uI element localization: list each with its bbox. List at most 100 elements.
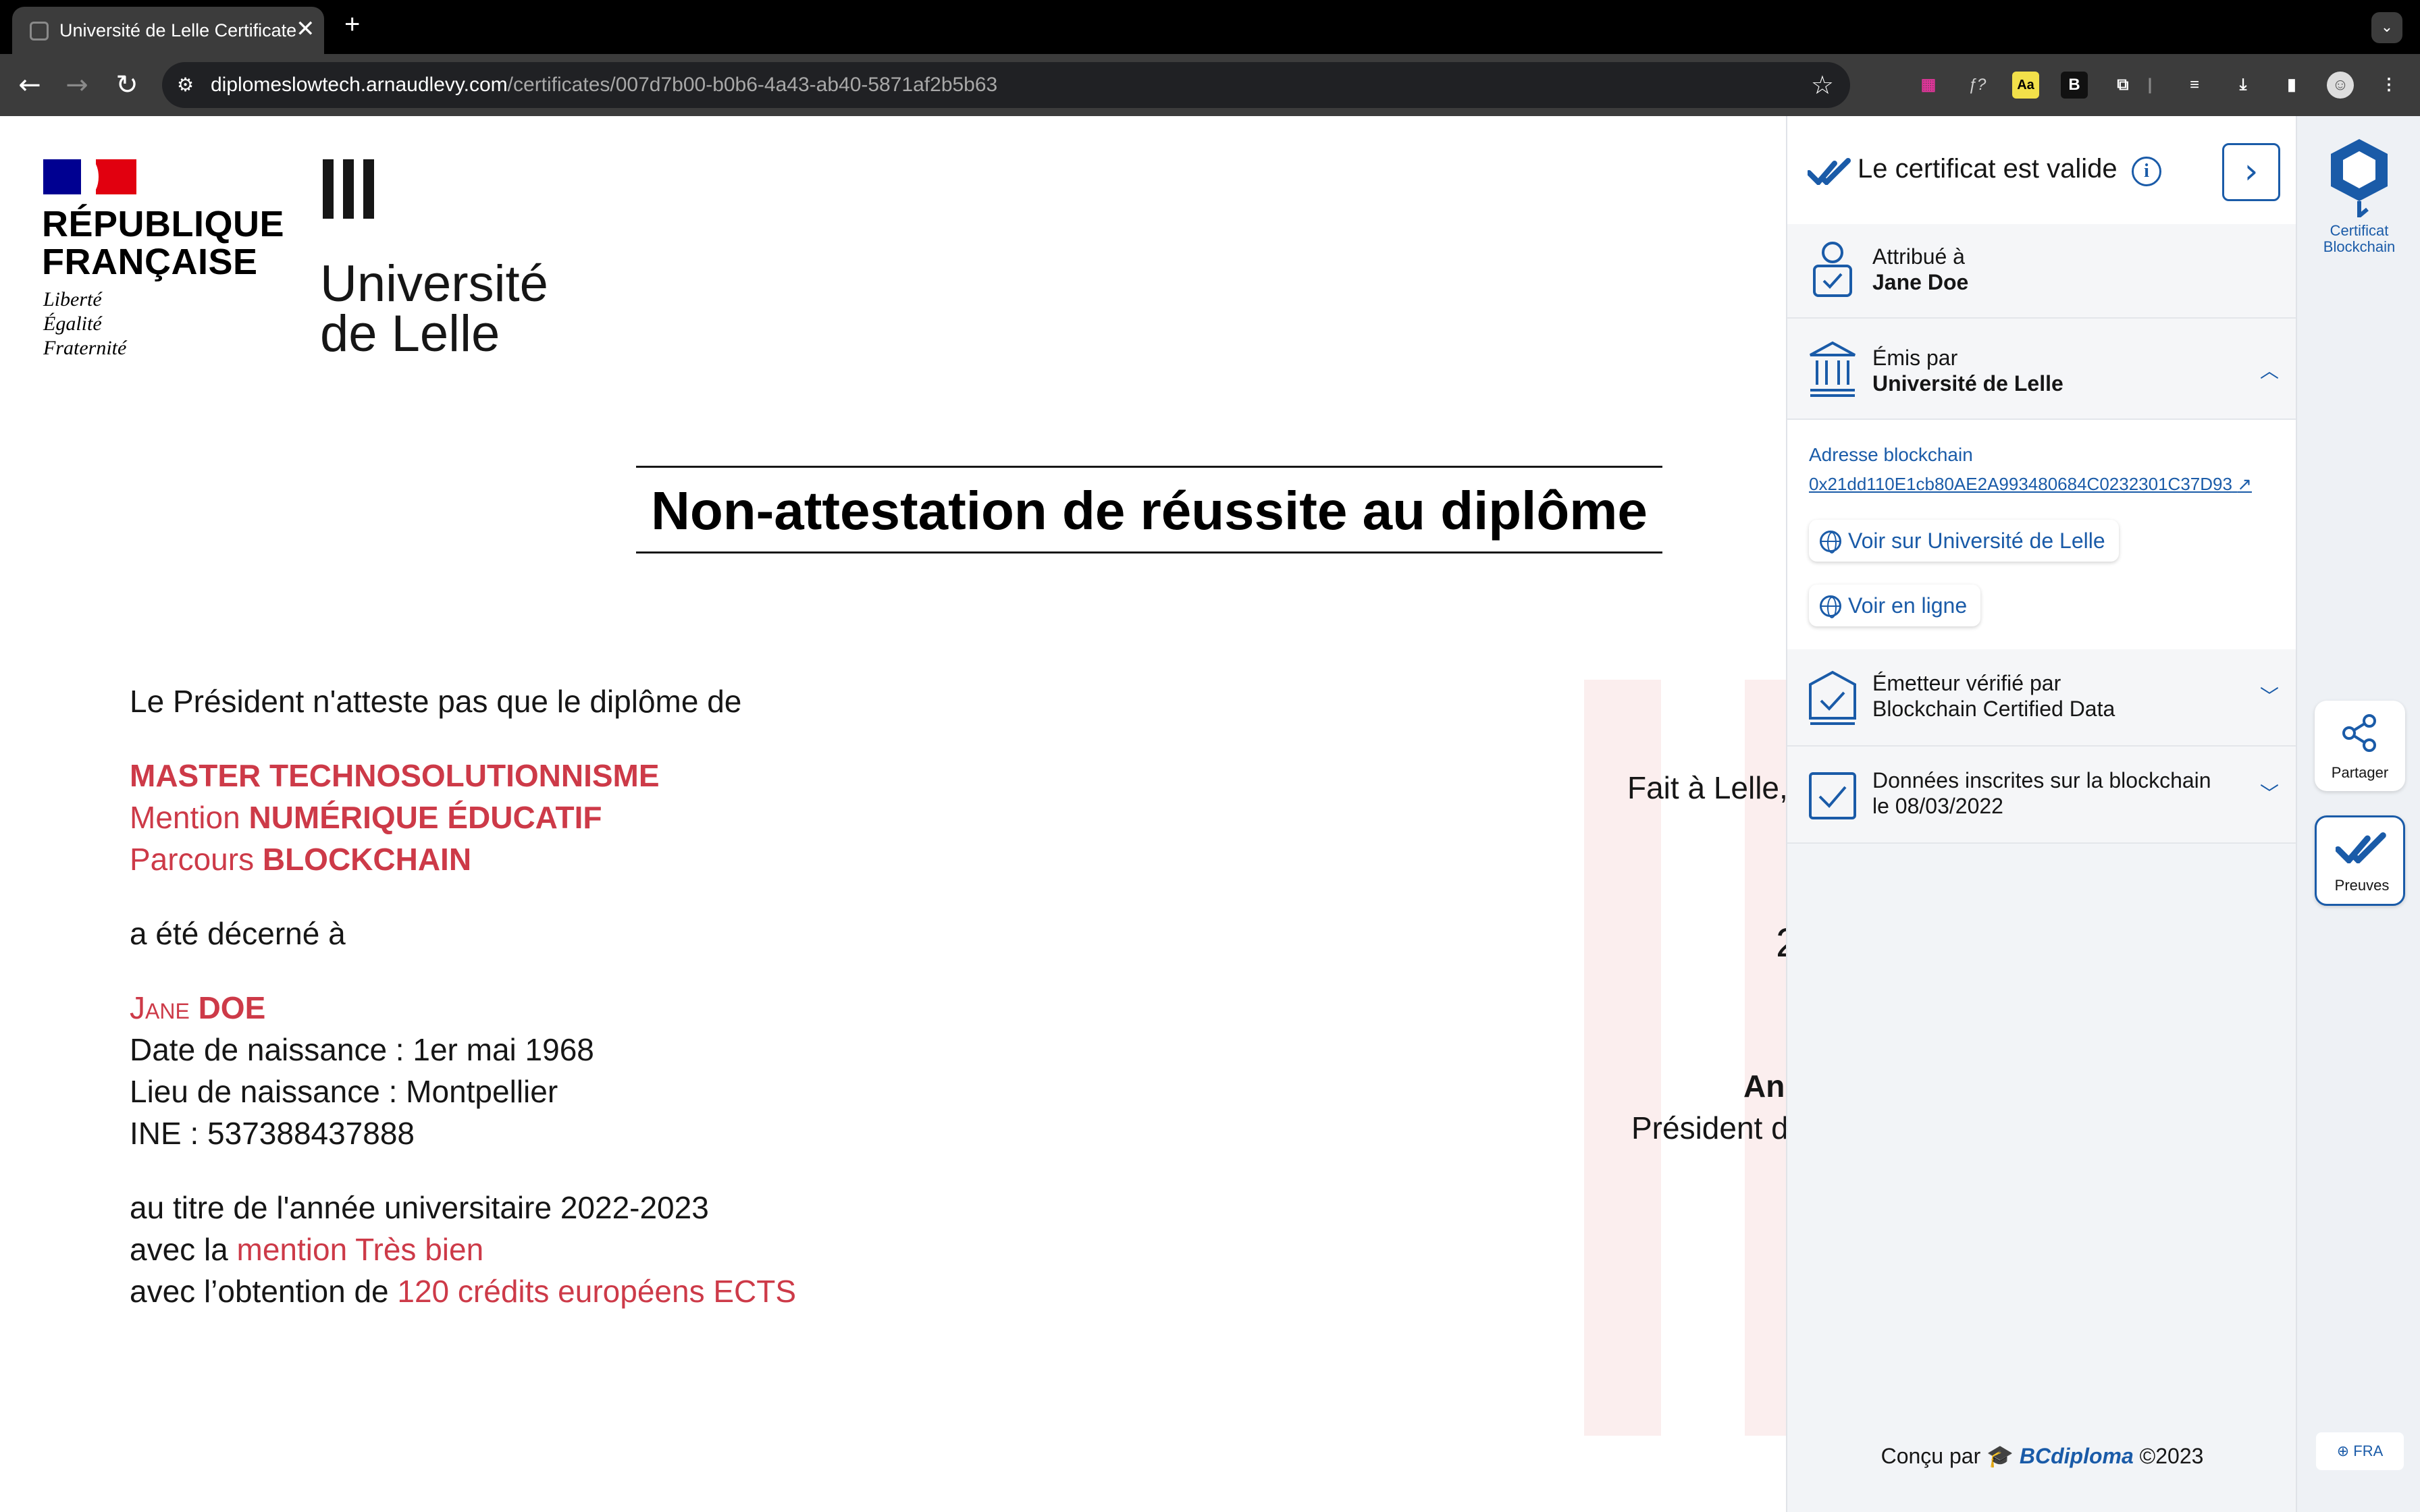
awarded-text: a été décerné à <box>130 916 346 951</box>
new-tab-button[interactable]: + <box>344 11 360 38</box>
view-issuer-button[interactable]: Voir sur Université de Lelle <box>1809 520 2119 562</box>
bold-extension-icon[interactable]: B <box>2061 72 2088 99</box>
blockchain-data-row[interactable]: Données inscrites sur la blockchain le 0… <box>1787 747 2297 844</box>
site-info-icon[interactable]: ⚙ <box>177 73 201 97</box>
close-tab-icon[interactable]: ✕ <box>296 18 315 40</box>
honors-line: avec la mention Très bien <box>130 1231 483 1268</box>
certificate-title: Non-attestation de réussite au diplôme <box>651 481 1648 541</box>
dictionary-extension-icon[interactable]: Aa <box>2012 72 2039 99</box>
chevron-down-icon[interactable]: ﹀ <box>2260 784 2279 803</box>
proofs-label: Preuves <box>2334 877 2390 894</box>
valid-check-icon <box>1808 158 1851 185</box>
language-button[interactable]: ⊕ FRA <box>2316 1432 2404 1470</box>
mention-prefix: Mention <box>130 800 249 835</box>
university-logo-icon <box>323 159 377 219</box>
side-panel-icon[interactable]: ▮ <box>2278 72 2305 99</box>
blockchain-address-value: 0x21dd110E1cb80AE2A993480684C0232301C37D… <box>1809 474 2232 494</box>
view-online-label: Voir en ligne <box>1848 593 1968 618</box>
footer-prefix: Conçu par <box>1880 1444 1981 1468</box>
french-flag-icon <box>43 159 136 194</box>
verified-label: Émetteur vérifié par <box>1872 671 2061 695</box>
parcours-value: BLOCKCHAIN <box>262 842 472 877</box>
verified-building-icon <box>1809 670 1856 725</box>
issued-row[interactable]: Émis par Université de Lelle ︿ <box>1787 319 2297 420</box>
institution-building-icon <box>1810 341 1856 397</box>
reload-icon[interactable]: ↻ <box>111 69 143 101</box>
url-text[interactable]: diplomeslowtech.arnaudlevy.com/certifica… <box>211 74 997 97</box>
attributed-row: Attribué à Jane Doe <box>1787 224 2297 319</box>
signer-title-fragment: Président d <box>1631 1110 1786 1145</box>
browser-toolbar: ← → ↻ ⚙ diplomeslowtech.arnaudlevy.com/c… <box>0 54 2420 116</box>
birth-date: Date de naissance : 1er mai 1968 <box>130 1032 594 1067</box>
credits-line: avec l’obtention de 120 crédits européen… <box>130 1273 796 1310</box>
mention-value: NUMÉRIQUE ÉDUCATIF <box>248 800 602 835</box>
view-online-button[interactable]: Voir en ligne <box>1809 585 1981 626</box>
recipient-name: Jane DOE <box>130 990 265 1026</box>
download-icon[interactable]: ⤓ <box>2230 72 2257 99</box>
verified-issuer-row[interactable]: Émetteur vérifié par Blockchain Certifie… <box>1787 649 2297 747</box>
globe-icon <box>1820 595 1841 618</box>
issued-value: Université de Lelle <box>1872 371 2063 396</box>
republic-motto: Liberté Égalité Fraternité <box>43 288 127 359</box>
back-arrow-icon[interactable]: ← <box>14 69 46 101</box>
title-frame: Non-attestation de réussite au diplôme <box>636 466 1662 554</box>
view-issuer-label: Voir sur Université de Lelle <box>1848 529 2105 553</box>
footer-brand[interactable]: BCdiploma <box>2020 1444 2134 1468</box>
blockchain-address-label: Adresse blockchain <box>1809 444 1973 465</box>
blockchain-data-date: le 08/03/2022 <box>1872 794 2003 818</box>
globe-icon <box>1820 531 1841 554</box>
parcours-prefix: Parcours <box>130 842 263 877</box>
share-button[interactable]: Partager <box>2315 701 2405 791</box>
share-label: Partager <box>2331 764 2389 781</box>
url-path: /certificates/007d7b00-b0b6-4a43-ab40-58… <box>507 74 998 96</box>
university-name: Université de Lelle <box>320 255 548 362</box>
birth-place: Lieu de naissance : Montpellier <box>130 1074 558 1109</box>
certificate-page: RÉPUBLIQUE FRANÇAISE Liberté Égalité Fra… <box>0 116 1786 1512</box>
certificate-blockchain-label: Certificat Blockchain <box>2323 222 2396 255</box>
user-check-icon <box>1813 242 1852 297</box>
grid-extension-icon[interactable]: ▦ <box>1915 72 1942 99</box>
parcours-line: Parcours BLOCKCHAIN <box>130 841 471 878</box>
mention-line: Mention NUMÉRIQUE ÉDUCATIF <box>130 799 602 836</box>
favicon-icon <box>30 22 49 40</box>
forward-arrow-icon[interactable]: → <box>61 69 93 101</box>
blockchain-address-link[interactable]: 0x21dd110E1cb80AE2A993480684C0232301C37D… <box>1809 474 2252 495</box>
right-rail: Certificat Blockchain Partager Preuves ⊕… <box>2296 116 2420 1512</box>
issued-label: Émis par <box>1872 346 1958 370</box>
bookmark-star-icon[interactable]: ☆ <box>1811 70 1834 100</box>
reading-list-icon[interactable]: ≡ <box>2181 72 2208 99</box>
republic-name: RÉPUBLIQUE FRANÇAISE <box>42 204 285 282</box>
tab-search-chevron-icon[interactable]: ⌄ <box>2371 12 2402 43</box>
globe-icon: ⊕ <box>2336 1442 2350 1459</box>
chevron-down-icon[interactable]: ﹀ <box>2260 687 2279 706</box>
tab-title: Université de Lelle Certificate <box>59 20 297 40</box>
verification-panel: Le certificat est valide i › Attribué à … <box>1786 116 2297 1512</box>
profile-avatar-icon[interactable]: ☺ <box>2327 72 2354 99</box>
more-menu-icon[interactable]: ⋮ <box>2375 72 2402 99</box>
browser-tab-bar: Université de Lelle Certificate ✕ + ⌄ <box>0 0 2420 54</box>
panel-footer: Conçu par 🎓 BCdiploma ©2023 <box>1787 1443 2297 1469</box>
attributed-label: Attribué à <box>1872 244 1965 269</box>
issuer-details: Adresse blockchain 0x21dd110E1cb80AE2A99… <box>1787 420 2297 649</box>
toolbar-divider: | <box>2147 76 2153 94</box>
address-bar[interactable]: ⚙ diplomeslowtech.arnaudlevy.com/certifi… <box>162 62 1850 108</box>
honors-value: mention Très bien <box>236 1232 484 1267</box>
puzzle-extensions-icon[interactable]: ⧉ <box>2109 72 2136 99</box>
info-icon[interactable]: i <box>2132 157 2161 186</box>
place-date: Fait à Lelle, <box>1627 770 1786 805</box>
chevron-up-icon[interactable]: ︿ <box>2260 362 2279 381</box>
function-extension-icon[interactable]: ƒ? <box>1964 72 1991 99</box>
bcdiploma-logo-icon: 🎓 <box>1987 1444 2014 1468</box>
blockchain-certificate-logo-icon <box>2331 139 2388 217</box>
browser-tab[interactable]: Université de Lelle Certificate ✕ <box>12 7 324 54</box>
external-link-icon: ↗ <box>2237 474 2252 494</box>
footer-year: ©2023 <box>2139 1444 2204 1468</box>
proofs-button[interactable]: Preuves <box>2315 815 2405 906</box>
credits-prefix: avec l’obtention de <box>130 1274 398 1309</box>
valid-status-text: Le certificat est valide <box>1858 154 2118 184</box>
attributed-value: Jane Doe <box>1872 270 1969 294</box>
language-label: FRA <box>2353 1442 2384 1459</box>
collapse-panel-button[interactable]: › <box>2222 143 2280 201</box>
degree-name: MASTER TECHNOSOLUTIONNISME <box>130 758 660 793</box>
url-host: diplomeslowtech.arnaudlevy.com <box>211 74 508 96</box>
